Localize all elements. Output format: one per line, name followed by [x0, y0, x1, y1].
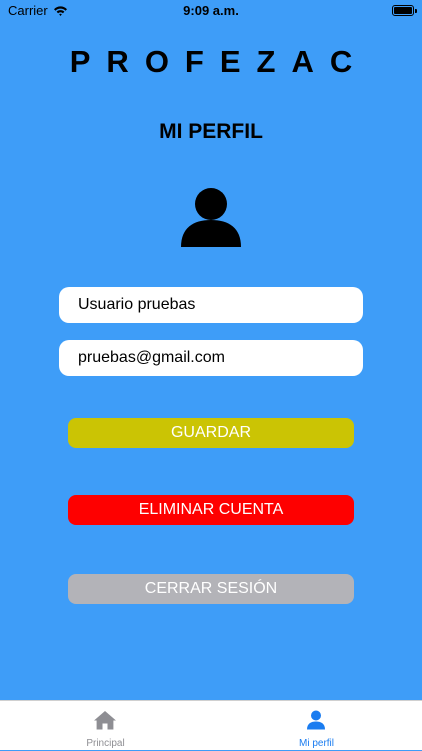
avatar-icon	[180, 186, 242, 248]
tab-bar: Principal Mi perfil	[0, 700, 422, 750]
save-button[interactable]: GUARDAR	[68, 418, 354, 448]
app-title: PROFEZAC	[69, 44, 369, 79]
name-field[interactable]	[59, 287, 363, 323]
person-icon	[304, 709, 328, 731]
page-title: MI PERFIL	[159, 120, 263, 143]
delete-account-button[interactable]: ELIMINAR CUENTA	[68, 495, 354, 525]
home-icon	[93, 709, 117, 731]
tab-mi-perfil[interactable]: Mi perfil	[211, 701, 422, 751]
tab-mi-perfil-label: Mi perfil	[298, 738, 334, 749]
email-field[interactable]	[59, 340, 363, 376]
battery-icon	[392, 5, 417, 16]
tab-principal[interactable]: Principal	[0, 701, 211, 751]
clock: 9:09 a.m.	[183, 3, 239, 18]
tab-principal-label: Principal	[86, 738, 125, 749]
status-bar: Carrier 9:09 a.m.	[0, 0, 422, 22]
logout-button[interactable]: CERRAR SESIÓN	[68, 574, 354, 604]
